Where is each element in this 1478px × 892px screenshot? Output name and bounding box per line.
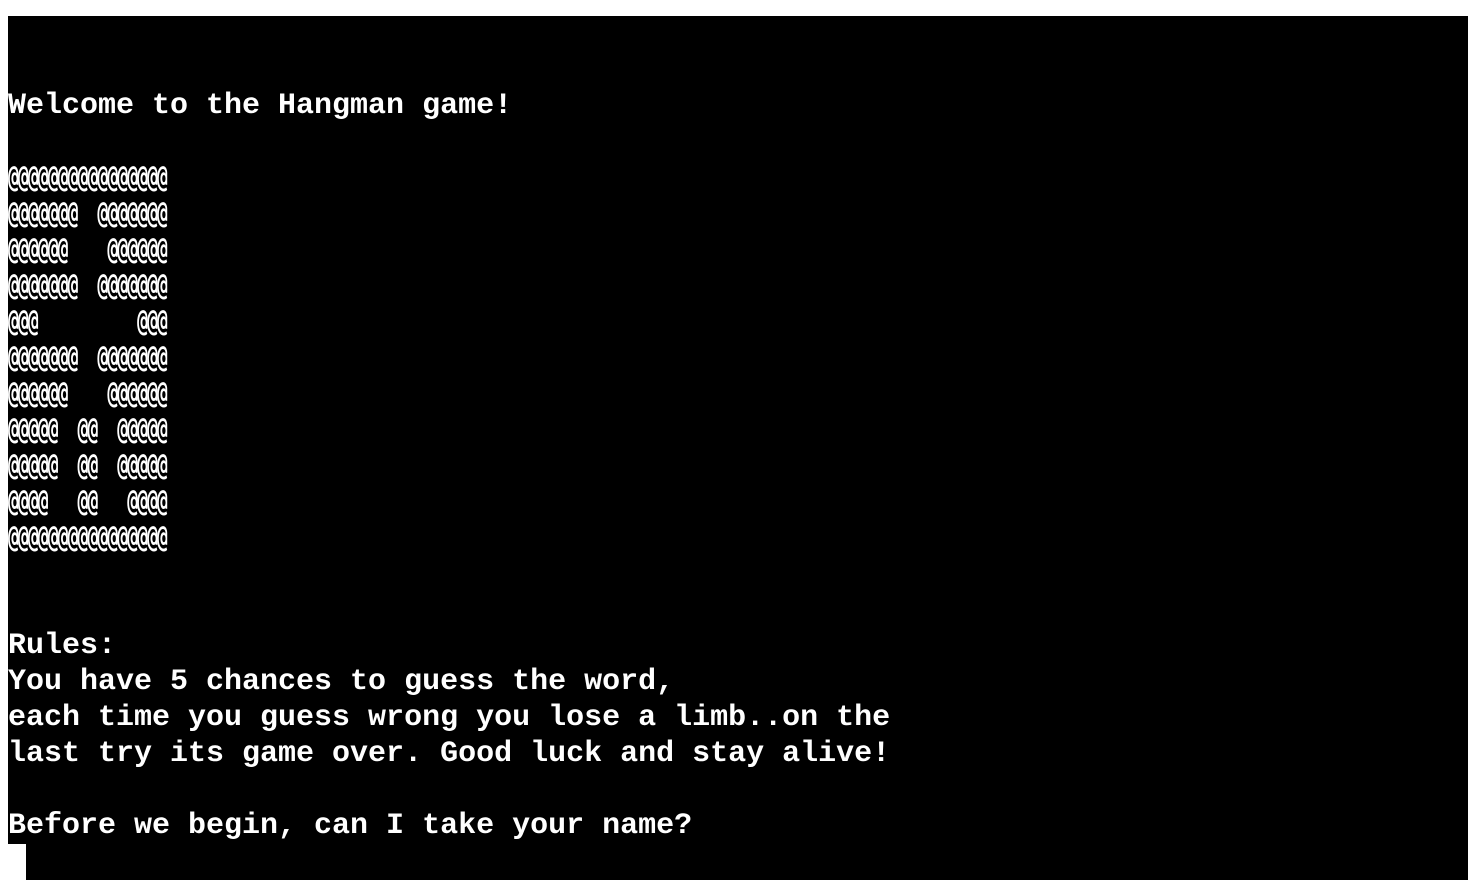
rules-heading: Rules: [8, 629, 117, 663]
logo-art-line: @@@@@@@@@@@@@@@@ [8, 160, 168, 195]
text-cursor[interactable] [8, 844, 26, 880]
logo-art-line: @@@ @@@ [8, 304, 168, 339]
rules-line: each time you guess wrong you lose a lim… [8, 701, 891, 735]
rules-line: last try its game over. Good luck and st… [8, 737, 891, 771]
name-prompt: Before we begin, can I take your name? [8, 809, 693, 843]
logo-art-line: @@@@@@@@@@@@@@@@ [8, 520, 168, 555]
logo-art-line: @@@@@ @@ @@@@@ [8, 448, 168, 483]
terminal-window[interactable]: Welcome to the Hangman game! @@@@@@@@@@@… [8, 16, 1468, 880]
welcome-text: Welcome to the Hangman game! [8, 89, 513, 123]
logo-art-line: @@@@@@@ @@@@@@@ [8, 340, 168, 375]
logo-art-line: @@@@@@@ @@@@@@@ [8, 196, 168, 231]
logo-art-line: @@@@@@ @@@@@@ [8, 232, 168, 267]
logo-art-line: @@@@ @@ @@@@ [8, 484, 168, 519]
logo-art-line: @@@@@@@ @@@@@@@ [8, 268, 168, 303]
rules-line: You have 5 chances to guess the word, [8, 665, 675, 699]
logo-art-line: @@@@@ @@ @@@@@ [8, 412, 168, 447]
logo-art-line: @@@@@@ @@@@@@ [8, 376, 168, 411]
